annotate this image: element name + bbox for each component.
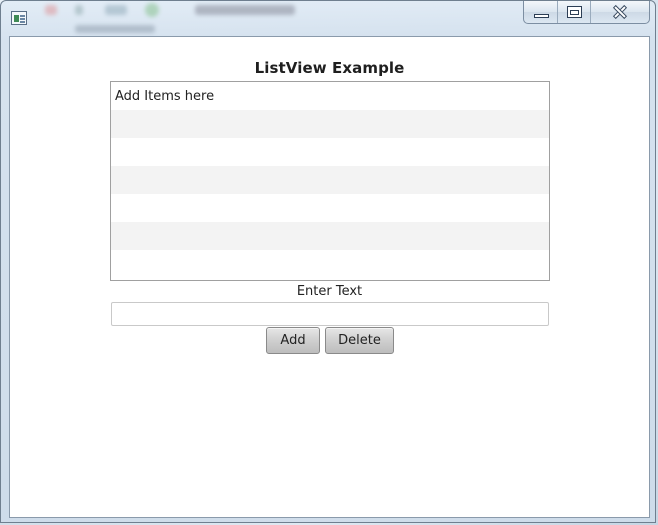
close-button[interactable] <box>591 1 649 23</box>
caption-buttons <box>523 1 650 24</box>
button-row: Add Delete <box>266 327 394 354</box>
client-area: ListView Example Add Items here Enter Te… <box>9 36 650 518</box>
delete-button[interactable]: Delete <box>325 327 394 354</box>
application-window: ListView Example Add Items here Enter Te… <box>0 0 656 523</box>
list-item[interactable] <box>111 138 549 166</box>
app-window-icon[interactable] <box>11 11 27 25</box>
list-item[interactable] <box>111 110 549 138</box>
list-item[interactable] <box>111 194 549 222</box>
text-input[interactable] <box>111 302 549 326</box>
restore-icon <box>567 6 582 18</box>
list-item[interactable] <box>111 166 549 194</box>
add-button[interactable]: Add <box>266 327 320 354</box>
list-item[interactable] <box>111 222 549 250</box>
minimize-icon <box>534 14 549 18</box>
list-item[interactable] <box>111 250 549 278</box>
page-title: ListView Example <box>254 59 405 77</box>
list-view[interactable]: Add Items here <box>110 81 550 281</box>
title-bar-background <box>35 3 335 35</box>
list-item[interactable]: Add Items here <box>111 82 549 110</box>
enter-text-label: Enter Text <box>296 284 363 299</box>
restore-button[interactable] <box>558 1 591 23</box>
close-icon <box>612 5 628 19</box>
minimize-button[interactable] <box>524 1 558 23</box>
